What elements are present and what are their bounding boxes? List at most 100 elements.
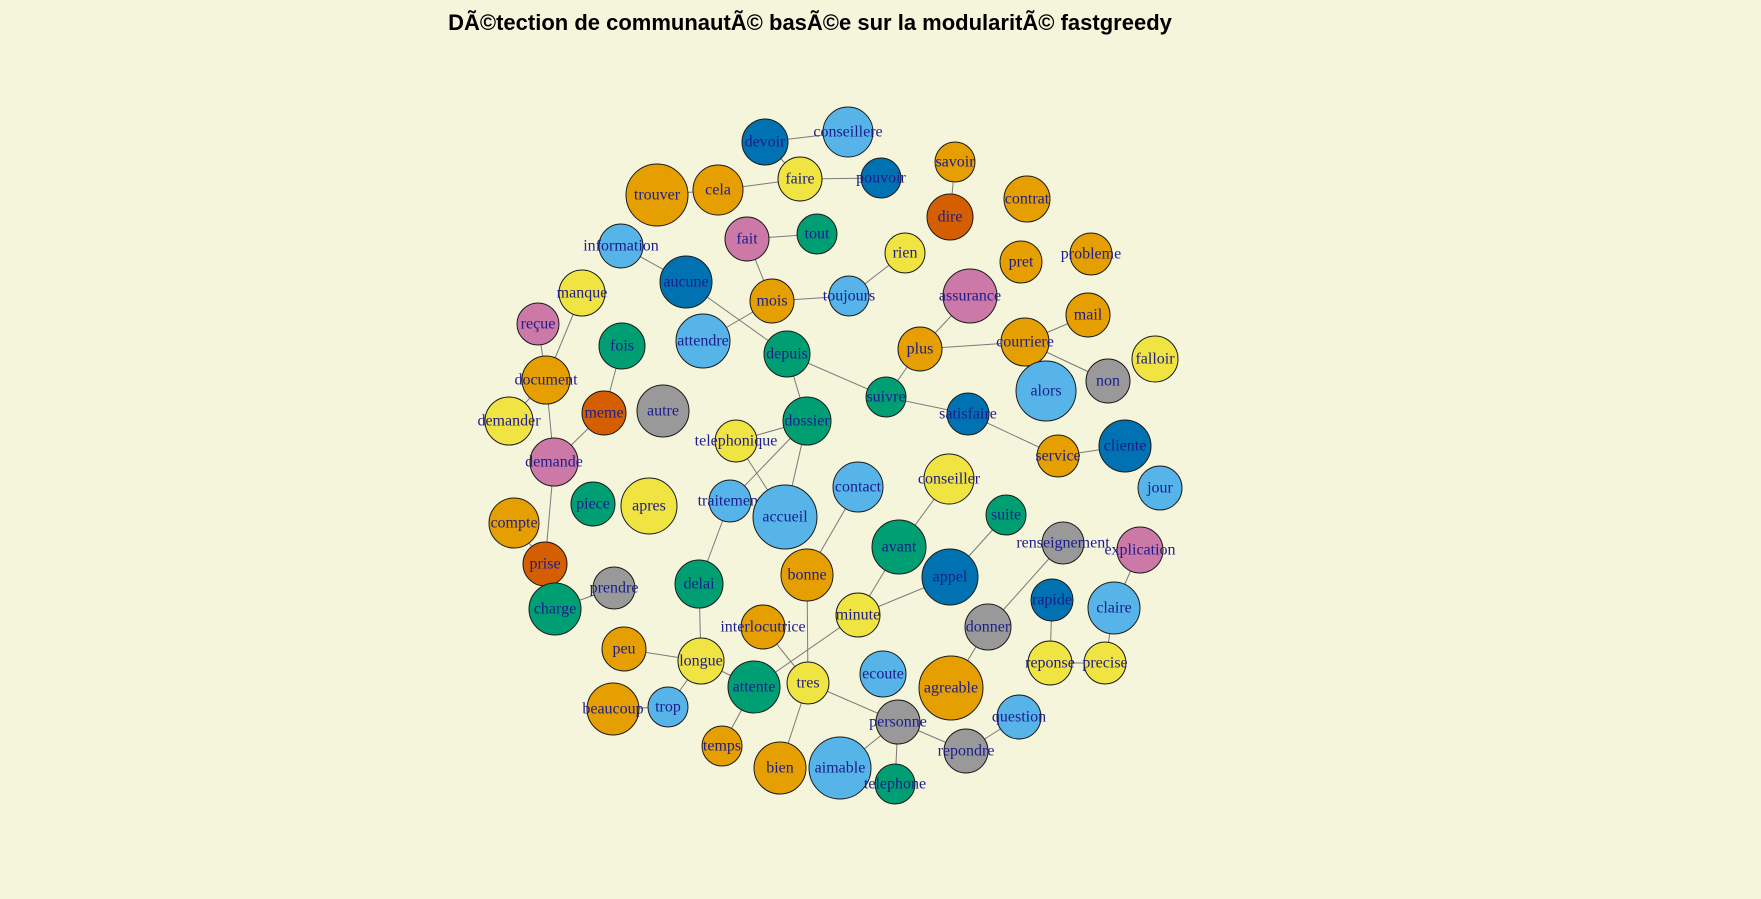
node-assurance: assurance bbox=[939, 268, 1001, 324]
node-label-prise: prise bbox=[529, 556, 560, 573]
node-label-bien: bien bbox=[766, 760, 794, 777]
node-label-mois: mois bbox=[756, 293, 787, 310]
node-label-suivre: suivre bbox=[866, 389, 905, 406]
node-suite: suite bbox=[985, 494, 1027, 536]
node-label-donner: donner bbox=[966, 619, 1011, 636]
node-label-rien: rien bbox=[893, 245, 918, 262]
node-alors: alors bbox=[1015, 360, 1077, 422]
figure-canvas: DÃ©tection de communautÃ© basÃ©e sur la … bbox=[0, 0, 1761, 899]
node-conseillere: conseillere bbox=[813, 106, 883, 158]
node-label-traitement: traitement bbox=[698, 493, 763, 510]
node-label-peu: peu bbox=[612, 641, 635, 658]
node-label-cliente: cliente bbox=[1104, 438, 1147, 455]
node-ecoute: ecoute bbox=[859, 650, 907, 698]
node-peu: peu bbox=[601, 626, 647, 672]
node-label-cela: cela bbox=[705, 182, 731, 199]
node-conseiller: conseiller bbox=[918, 453, 981, 505]
node-autre: autre bbox=[636, 384, 690, 438]
node-label-plus: plus bbox=[907, 341, 934, 358]
node-label-bonne: bonne bbox=[787, 567, 826, 584]
node-label-meme: meme bbox=[584, 405, 623, 422]
node-courriere: courriere bbox=[996, 317, 1054, 367]
node-prise: prise bbox=[522, 541, 568, 587]
node-label-service: service bbox=[1035, 448, 1080, 465]
node-fois: fois bbox=[598, 322, 646, 370]
node-service: service bbox=[1035, 434, 1081, 478]
node-label-courriere: courriere bbox=[996, 334, 1054, 351]
node-label-depuis: depuis bbox=[766, 346, 808, 363]
node-label-dire: dire bbox=[938, 209, 963, 226]
node-label-claire: claire bbox=[1096, 600, 1132, 617]
node-label-suite: suite bbox=[991, 507, 1021, 524]
node-label-ecoute: ecoute bbox=[862, 666, 904, 683]
node-label-tout: tout bbox=[805, 226, 830, 243]
node-telephonique: telephonique bbox=[695, 419, 778, 463]
node-prendre: prendre bbox=[590, 566, 639, 610]
node-rien: rien bbox=[884, 232, 926, 274]
node-precise: precise bbox=[1082, 641, 1128, 685]
node-label-rapide: rapide bbox=[1032, 592, 1072, 609]
node-claire: claire bbox=[1087, 581, 1141, 635]
node-label-aimable: aimable bbox=[815, 760, 866, 777]
node-label-falloir: falloir bbox=[1135, 351, 1175, 368]
community-network: devoir conseillere faire pouvoir cela trouver… bbox=[477, 106, 1183, 805]
node-non: non bbox=[1085, 358, 1131, 404]
node-label-reponse: reponse bbox=[1025, 655, 1075, 672]
node-trouver: trouver bbox=[625, 163, 689, 227]
node-reponse: reponse bbox=[1025, 640, 1075, 686]
node-bien: bien bbox=[753, 741, 807, 795]
node-rapide: rapide bbox=[1030, 578, 1074, 622]
node-recue: reçue bbox=[516, 302, 560, 346]
node-appel: appel bbox=[921, 548, 979, 606]
node-label-interlocutrice: interlocutrice bbox=[720, 619, 805, 636]
node-beaucoup: beaucoup bbox=[582, 682, 644, 736]
node-pouvoir: pouvoir bbox=[856, 157, 907, 199]
node-label-prendre: prendre bbox=[590, 580, 639, 597]
node-label-contact: contact bbox=[835, 479, 882, 496]
node-minute: minute bbox=[835, 592, 881, 638]
node-label-attente: attente bbox=[733, 679, 776, 696]
node-label-charge: charge bbox=[534, 601, 576, 618]
node-telephone: telephone bbox=[864, 763, 926, 805]
node-label-manque: manque bbox=[557, 285, 608, 302]
node-label-longue: longue bbox=[679, 653, 723, 670]
node-demande: demande bbox=[525, 437, 583, 487]
node-label-temps: temps bbox=[703, 738, 741, 755]
node-charge: charge bbox=[528, 582, 582, 636]
node-label-assurance: assurance bbox=[939, 288, 1001, 305]
node-label-faire: faire bbox=[785, 171, 814, 188]
node-suivre: suivre bbox=[865, 376, 907, 418]
node-plus: plus bbox=[897, 326, 943, 372]
node-label-recue: reçue bbox=[521, 316, 556, 333]
node-label-explication: explication bbox=[1104, 542, 1175, 559]
node-tres: tres bbox=[786, 661, 830, 705]
node-document: document bbox=[514, 355, 578, 405]
node-delai: delai bbox=[674, 559, 724, 609]
node-label-compte: compte bbox=[490, 515, 537, 532]
node-cliente: cliente bbox=[1098, 419, 1152, 473]
node-aimable: aimable bbox=[808, 736, 872, 800]
node-label-conseiller: conseiller bbox=[918, 471, 981, 488]
node-label-agreable: agreable bbox=[924, 680, 978, 697]
node-label-minute: minute bbox=[836, 607, 880, 624]
node-demander: demander bbox=[477, 396, 541, 446]
node-label-contrat: contrat bbox=[1005, 191, 1050, 208]
node-attente: attente bbox=[727, 660, 781, 714]
node-falloir: falloir bbox=[1131, 335, 1179, 383]
node-label-mail: mail bbox=[1074, 307, 1103, 324]
node-agreable: agreable bbox=[918, 655, 984, 721]
node-label-probleme: probleme bbox=[1061, 246, 1121, 263]
node-label-telephonique: telephonique bbox=[695, 433, 778, 450]
node-attendre: attendre bbox=[675, 313, 731, 369]
node-jour: jour bbox=[1137, 465, 1183, 511]
node-label-fait: fait bbox=[736, 231, 758, 248]
node-label-fois: fois bbox=[610, 338, 634, 355]
node-avant: avant bbox=[871, 519, 927, 575]
node-label-pouvoir: pouvoir bbox=[856, 170, 906, 187]
node-label-question: question bbox=[992, 709, 1046, 726]
node-interlocutrice: interlocutrice bbox=[720, 604, 806, 650]
node-repondre: repondre bbox=[938, 728, 994, 774]
node-bonne: bonne bbox=[780, 548, 834, 602]
node-piece: piece bbox=[570, 481, 616, 527]
node-label-document: document bbox=[514, 372, 578, 389]
